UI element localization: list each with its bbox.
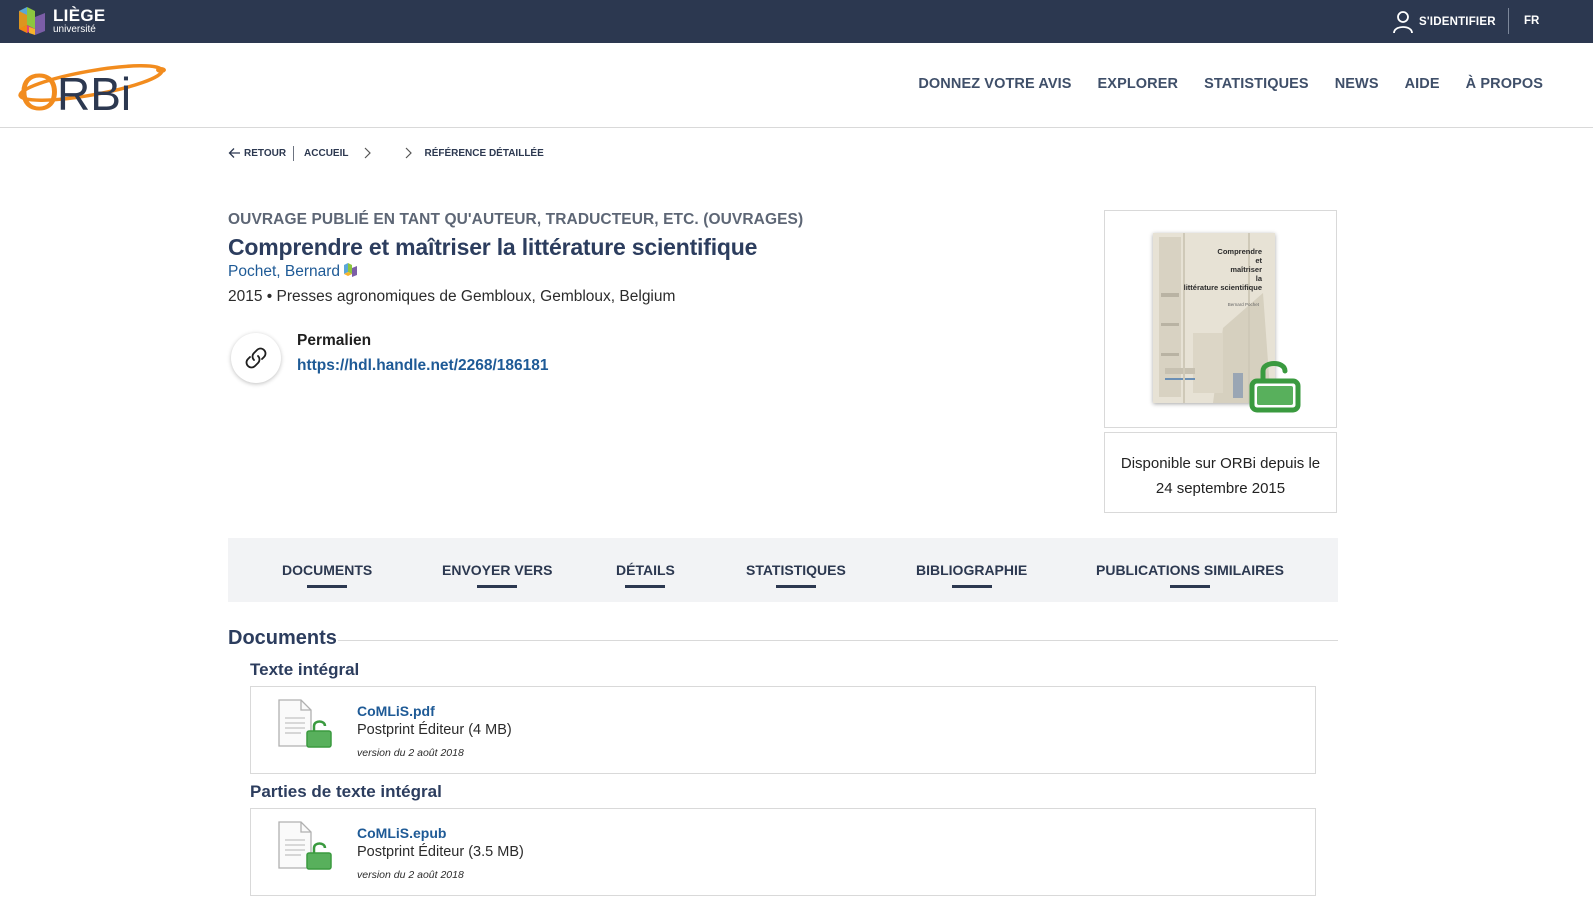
availability-date: 24 septembre 2015 xyxy=(1155,480,1286,497)
tab-bibliography[interactable]: BIBLIOGRAPHIE xyxy=(916,562,1028,588)
chevron-right-icon xyxy=(405,147,412,159)
site-header: O RBi DONNEZ VOTRE AVIS EXPLORER STATIST… xyxy=(0,43,1593,128)
document-type: Postprint Éditeur (3.5 MB) xyxy=(357,844,524,860)
nav-feedback[interactable]: DONNEZ VOTRE AVIS xyxy=(918,76,1071,92)
tab-label: PUBLICATIONS SIMILAIRES xyxy=(1096,562,1284,578)
document-open-access-icon xyxy=(278,699,332,748)
section-divider xyxy=(338,640,1338,641)
document-card[interactable]: CoMLiS.pdf Postprint Éditeur (4 MB) vers… xyxy=(250,686,1316,774)
svg-text:O: O xyxy=(19,64,59,119)
cover-title: Comprendre et maîtriser la littérature s… xyxy=(1162,247,1262,292)
document-card[interactable]: CoMLiS.epub Postprint Éditeur (3.5 MB) v… xyxy=(250,808,1316,896)
permalink-url[interactable]: https://hdl.handle.net/2268/186181 xyxy=(297,357,549,375)
main-navigation: DONNEZ VOTRE AVIS EXPLORER STATISTIQUES … xyxy=(892,76,1543,92)
permalink-label: Permalien xyxy=(297,332,372,349)
nav-about[interactable]: À PROPOS xyxy=(1466,76,1543,92)
tab-label: ENVOYER VERS xyxy=(442,562,553,578)
tab-label: STATISTIQUES xyxy=(746,562,846,578)
tab-documents[interactable]: DOCUMENTS xyxy=(282,562,373,588)
document-filename[interactable]: CoMLiS.epub xyxy=(357,825,446,841)
tab-underline xyxy=(1169,585,1210,588)
tab-label: DOCUMENTS xyxy=(282,562,373,578)
tab-statistics[interactable]: STATISTIQUES xyxy=(746,562,846,588)
cover-box: Comprendre et maîtriser la littérature s… xyxy=(1104,210,1337,428)
topbar-divider xyxy=(1508,8,1509,34)
breadcrumb-current: RÉFÉRENCE DÉTAILLÉE xyxy=(424,147,544,159)
documents-section-title: Documents xyxy=(228,627,337,649)
tab-label: DÉTAILS xyxy=(616,562,675,578)
tab-underline xyxy=(625,585,666,588)
partial-fulltext-group-title: Parties de texte intégral xyxy=(250,782,442,801)
breadcrumb: RETOUR ACCUEIL RÉFÉRENCE DÉTAILLÉE xyxy=(228,145,544,161)
tab-details[interactable]: DÉTAILS xyxy=(616,562,675,588)
university-topbar: LIÈGE université S'IDENTIFIER FR xyxy=(0,0,1593,43)
user-icon xyxy=(1393,11,1413,34)
cover-title-line: la xyxy=(1255,274,1262,283)
breadcrumb-divider xyxy=(293,145,295,161)
author-link[interactable]: Pochet, Bernard xyxy=(228,263,340,281)
tab-underline xyxy=(477,585,518,588)
availability-box: Disponible sur ORBi depuis le 24 septemb… xyxy=(1104,432,1337,513)
tab-underline xyxy=(951,585,992,588)
document-open-access-icon xyxy=(278,821,332,870)
availability-text: Disponible sur ORBi depuis le xyxy=(1120,455,1321,472)
login-button[interactable]: S'IDENTIFIER xyxy=(1392,10,1496,34)
document-filename[interactable]: CoMLiS.pdf xyxy=(357,703,435,719)
permalink-button[interactable] xyxy=(231,333,281,383)
back-button[interactable]: RETOUR xyxy=(228,147,286,159)
university-name: LIÈGE xyxy=(53,6,106,25)
link-icon xyxy=(245,347,267,369)
document-version: version du 2 août 2018 xyxy=(357,869,464,881)
record-tabs: DOCUMENTS ENVOYER VERS DÉTAILS STATISTIQ… xyxy=(228,538,1338,602)
record-type: OUVRAGE PUBLIÉ EN TANT QU'AUTEUR, TRADUC… xyxy=(228,211,804,228)
svg-text:RBi: RBi xyxy=(57,68,131,119)
uliege-cube-icon xyxy=(19,7,45,35)
document-type: Postprint Éditeur (4 MB) xyxy=(357,722,512,738)
fulltext-group-title: Texte intégral xyxy=(250,660,360,679)
chevron-right-icon xyxy=(364,147,371,159)
tab-underline xyxy=(307,585,348,588)
tab-send-to[interactable]: ENVOYER VERS xyxy=(442,562,553,588)
cover-title-line: maîtriser xyxy=(1230,265,1262,274)
tab-similar-publications[interactable]: PUBLICATIONS SIMILAIRES xyxy=(1096,562,1284,588)
document-version: version du 2 août 2018 xyxy=(357,747,464,759)
arrow-left-icon xyxy=(228,148,240,158)
login-label: S'IDENTIFIER xyxy=(1419,16,1496,28)
open-access-lock-icon xyxy=(1249,361,1301,413)
cover-author: Bernard Pochet xyxy=(1227,302,1259,307)
university-subtitle: université xyxy=(53,24,96,35)
tab-label: BIBLIOGRAPHIE xyxy=(916,562,1028,578)
nav-news[interactable]: NEWS xyxy=(1335,76,1379,92)
uliege-author-icon xyxy=(344,262,358,277)
tab-underline xyxy=(775,585,816,588)
nav-help[interactable]: AIDE xyxy=(1405,76,1440,92)
uliege-logo[interactable]: LIÈGE université xyxy=(17,5,117,39)
cover-title-line: et xyxy=(1255,256,1262,265)
nav-statistics[interactable]: STATISTIQUES xyxy=(1204,76,1309,92)
breadcrumb-home[interactable]: ACCUEIL xyxy=(304,148,348,159)
record-title: Comprendre et maîtriser la littérature s… xyxy=(228,234,758,260)
nav-explore[interactable]: EXPLORER xyxy=(1098,76,1179,92)
orbi-logo[interactable]: O RBi xyxy=(15,53,170,119)
language-switch[interactable]: FR xyxy=(1524,15,1539,27)
cover-title-line: littérature scientifique xyxy=(1183,283,1262,292)
record-author: Pochet, Bernard xyxy=(228,262,358,281)
cover-title-line: Comprendre xyxy=(1217,247,1262,256)
back-label: RETOUR xyxy=(244,147,287,159)
record-publication: 2015 • Presses agronomiques de Gembloux,… xyxy=(228,288,676,305)
